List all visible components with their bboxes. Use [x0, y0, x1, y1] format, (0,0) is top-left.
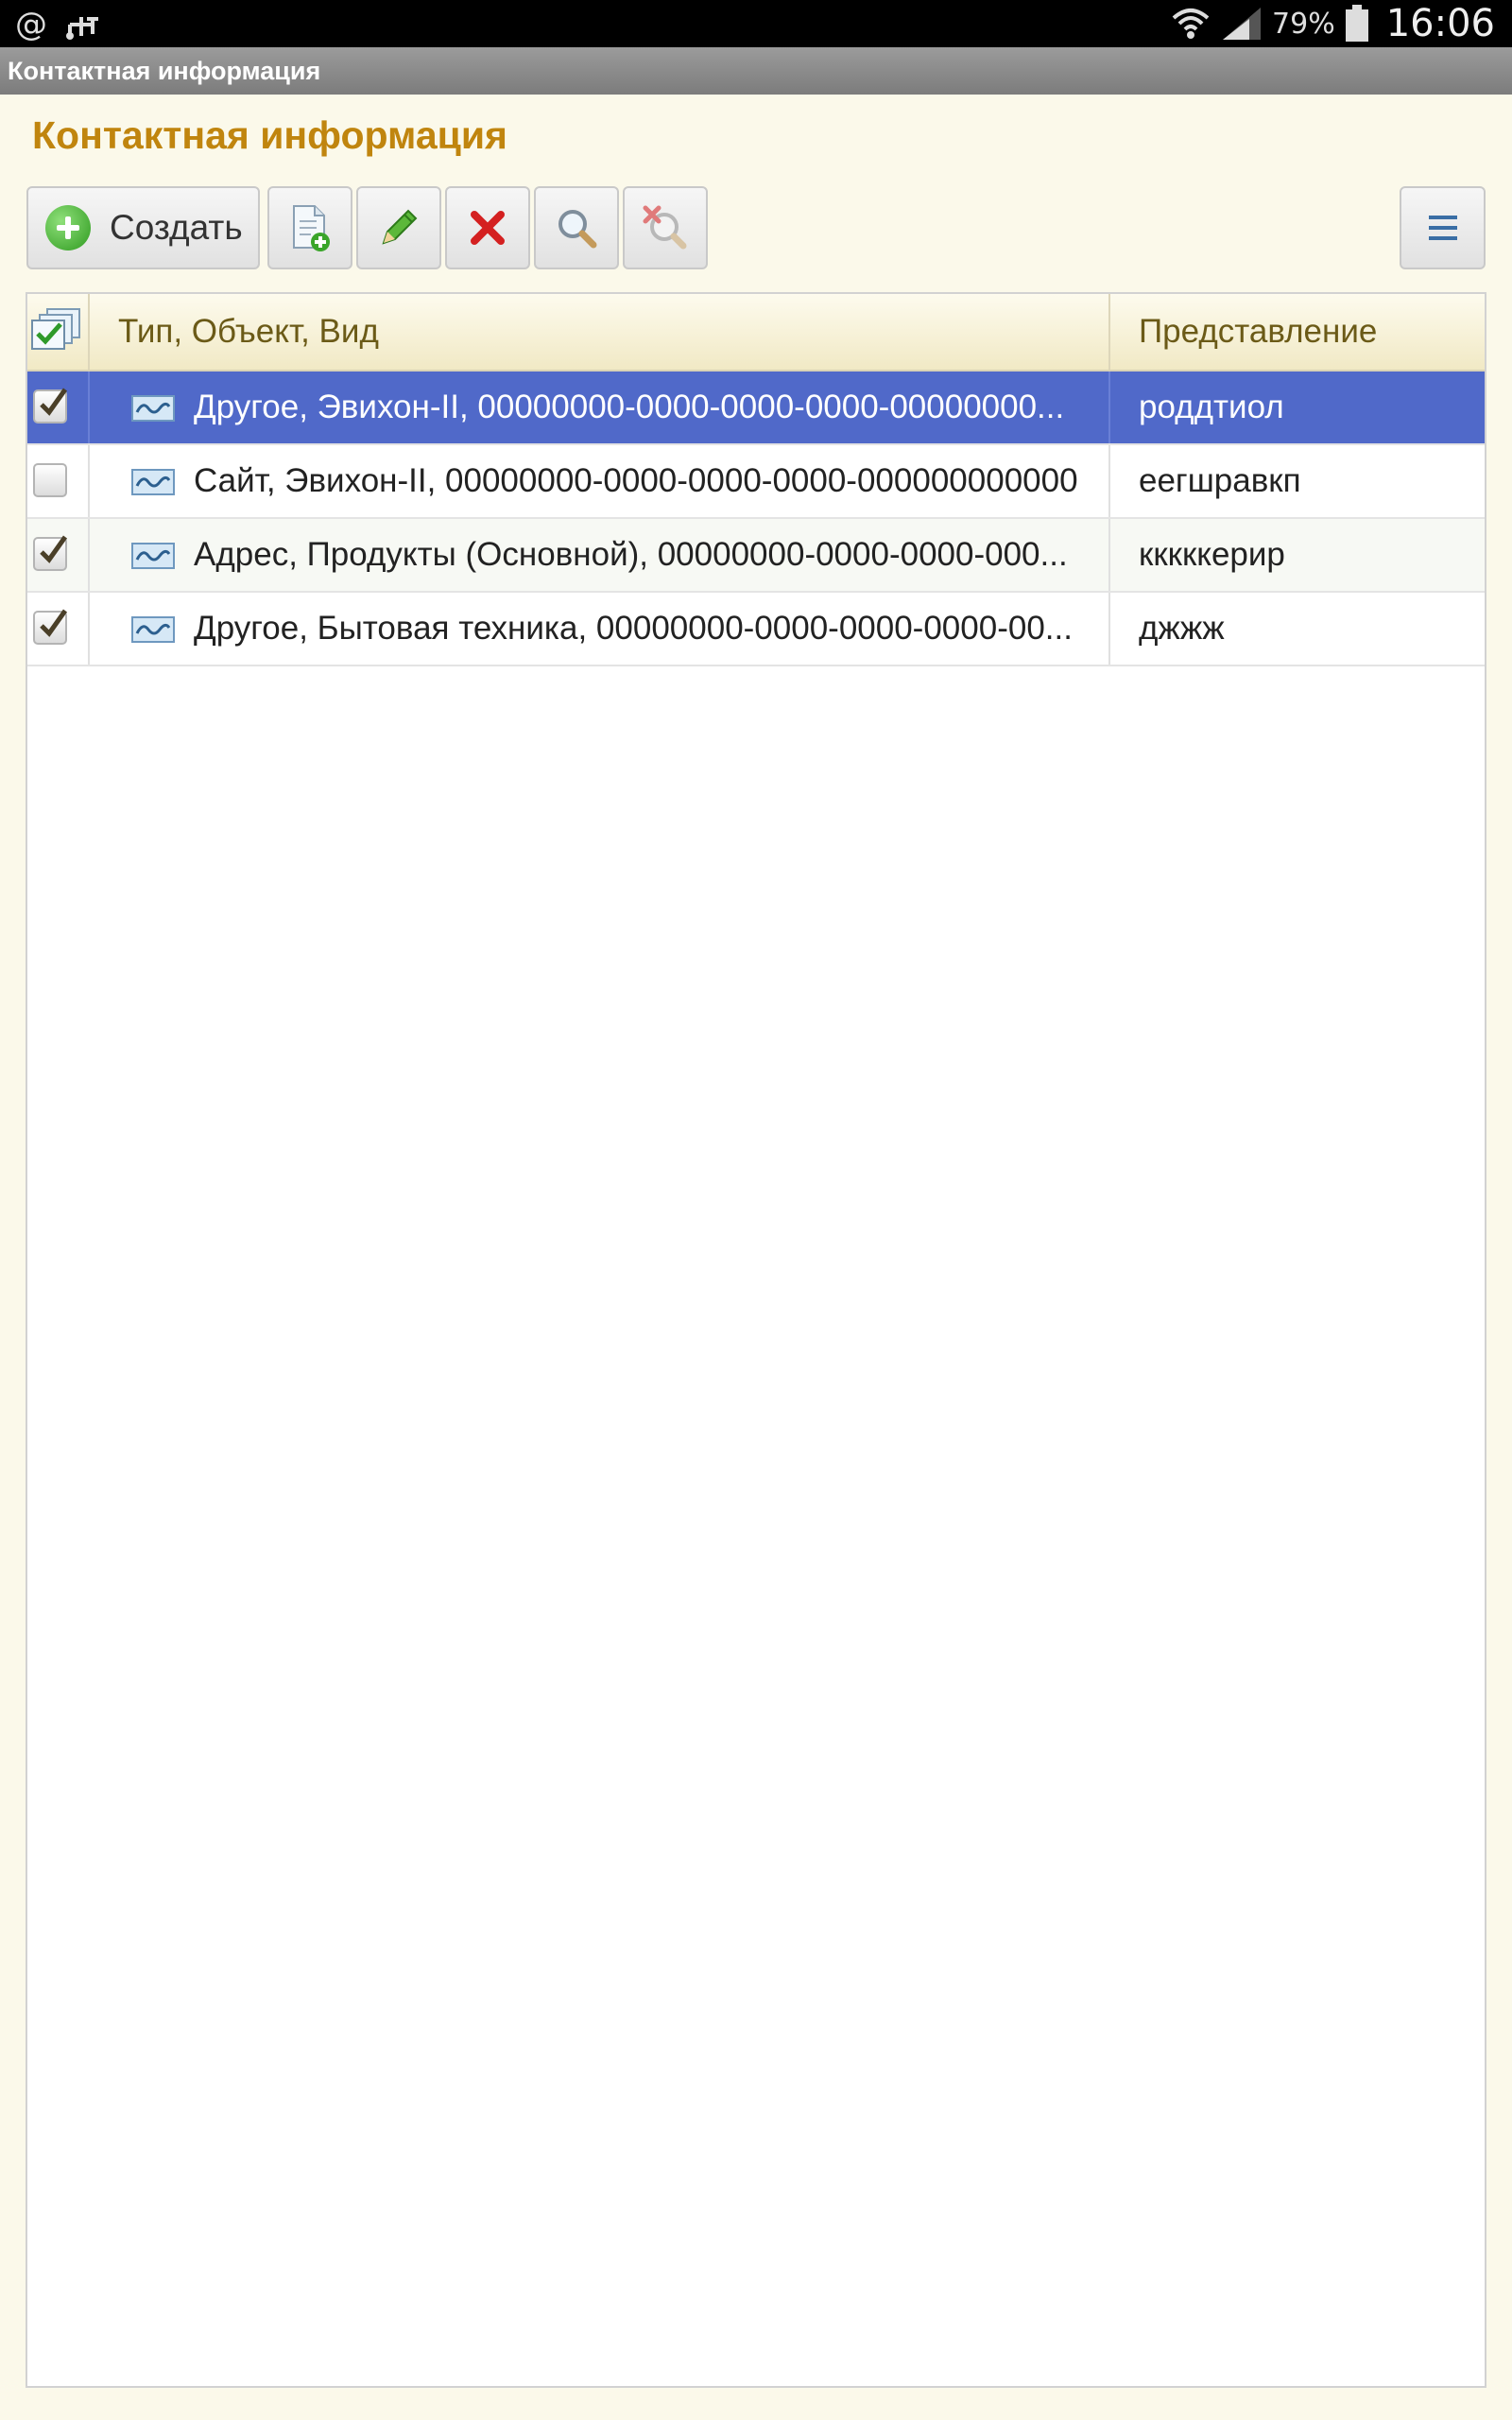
- table-header: Тип, Объект, Вид Представление: [27, 294, 1485, 372]
- battery-icon: [1345, 5, 1368, 42]
- table-row[interactable]: Другое, Бытовая техника, 00000000-0000-0…: [27, 593, 1485, 666]
- header-check-all[interactable]: [27, 294, 90, 370]
- copy-button[interactable]: [267, 186, 352, 269]
- contacts-table[interactable]: Тип, Объект, Вид Представление Другое, Э…: [26, 292, 1486, 2388]
- hamburger-menu-icon: [1428, 216, 1457, 240]
- usb-icon: [66, 17, 98, 40]
- row-checkbox[interactable]: [33, 535, 68, 571]
- pencil-icon: [382, 209, 418, 245]
- plus-circle-icon: [45, 205, 91, 251]
- more-menu-button[interactable]: [1400, 186, 1486, 269]
- row-checkbox-cell: [27, 593, 90, 665]
- create-button[interactable]: Создать: [26, 186, 260, 269]
- find-button[interactable]: [534, 186, 619, 269]
- cancel-search-button[interactable]: [623, 186, 708, 269]
- table-row[interactable]: Другое, Эвихон-II, 00000000-0000-0000-00…: [27, 372, 1485, 445]
- edit-button[interactable]: [356, 186, 441, 269]
- row-representation: кккккерир: [1108, 519, 1486, 591]
- row-main-text: Другое, Эвихон-II, 00000000-0000-0000-00…: [194, 389, 1065, 425]
- row-main-text: Адрес, Продукты (Основной), 00000000-000…: [194, 536, 1068, 573]
- row-main-text: Сайт, Эвихон-II, 00000000-0000-0000-0000…: [194, 462, 1078, 499]
- check-all-icon: [31, 308, 80, 350]
- row-representation: роддтиол: [1108, 372, 1486, 443]
- app-title-bar: Контактная информация: [0, 47, 1512, 95]
- row-main-cell: Сайт, Эвихон-II, 00000000-0000-0000-0000…: [90, 445, 1129, 517]
- column-header-main[interactable]: Тип, Объект, Вид: [90, 294, 1063, 370]
- row-checkbox-cell: [27, 519, 90, 591]
- table-row[interactable]: Адрес, Продукты (Основной), 00000000-000…: [27, 519, 1485, 593]
- row-checkbox[interactable]: [33, 609, 68, 645]
- contact-info-icon: [131, 469, 175, 495]
- checkmark-icon: [40, 388, 68, 416]
- column-header-representation[interactable]: Представление: [1108, 294, 1498, 370]
- copy-document-icon: [293, 205, 330, 251]
- row-representation: джжж: [1108, 593, 1486, 665]
- delete-button[interactable]: [445, 186, 530, 269]
- row-checkbox-cell: [27, 372, 90, 443]
- delete-x-icon: [471, 211, 505, 245]
- checkmark-icon: [40, 609, 68, 637]
- row-main-cell: Другое, Эвихон-II, 00000000-0000-0000-00…: [90, 372, 1129, 443]
- wifi-icon: [1172, 9, 1210, 39]
- row-main-cell: Другое, Бытовая техника, 00000000-0000-0…: [90, 593, 1129, 665]
- contact-info-icon: [131, 616, 175, 643]
- battery-percent: 79%: [1272, 7, 1335, 41]
- row-representation: еегшравкп: [1108, 445, 1486, 517]
- contact-info-icon: [131, 543, 175, 569]
- row-checkbox[interactable]: [33, 463, 67, 497]
- contact-info-icon: [131, 395, 175, 422]
- row-checkbox[interactable]: [33, 388, 68, 424]
- signal-icon: [1223, 8, 1262, 40]
- row-main-cell: Адрес, Продукты (Основной), 00000000-000…: [90, 519, 1129, 591]
- magnifier-icon: [558, 210, 597, 249]
- table-body: Другое, Эвихон-II, 00000000-0000-0000-00…: [27, 372, 1485, 666]
- form-title: Контактная информация: [32, 113, 507, 157]
- row-checkbox-cell: [27, 445, 90, 517]
- status-bar: @ 79% 16:06: [0, 0, 1512, 47]
- checkmark-icon: [40, 535, 68, 563]
- status-time: 16:06: [1385, 2, 1495, 45]
- row-main-text: Другое, Бытовая техника, 00000000-0000-0…: [194, 610, 1073, 647]
- create-button-label: Создать: [110, 208, 243, 247]
- cancel-search-icon: [643, 205, 687, 250]
- at-sign-icon: @: [15, 6, 47, 43]
- table-row[interactable]: Сайт, Эвихон-II, 00000000-0000-0000-0000…: [27, 445, 1485, 519]
